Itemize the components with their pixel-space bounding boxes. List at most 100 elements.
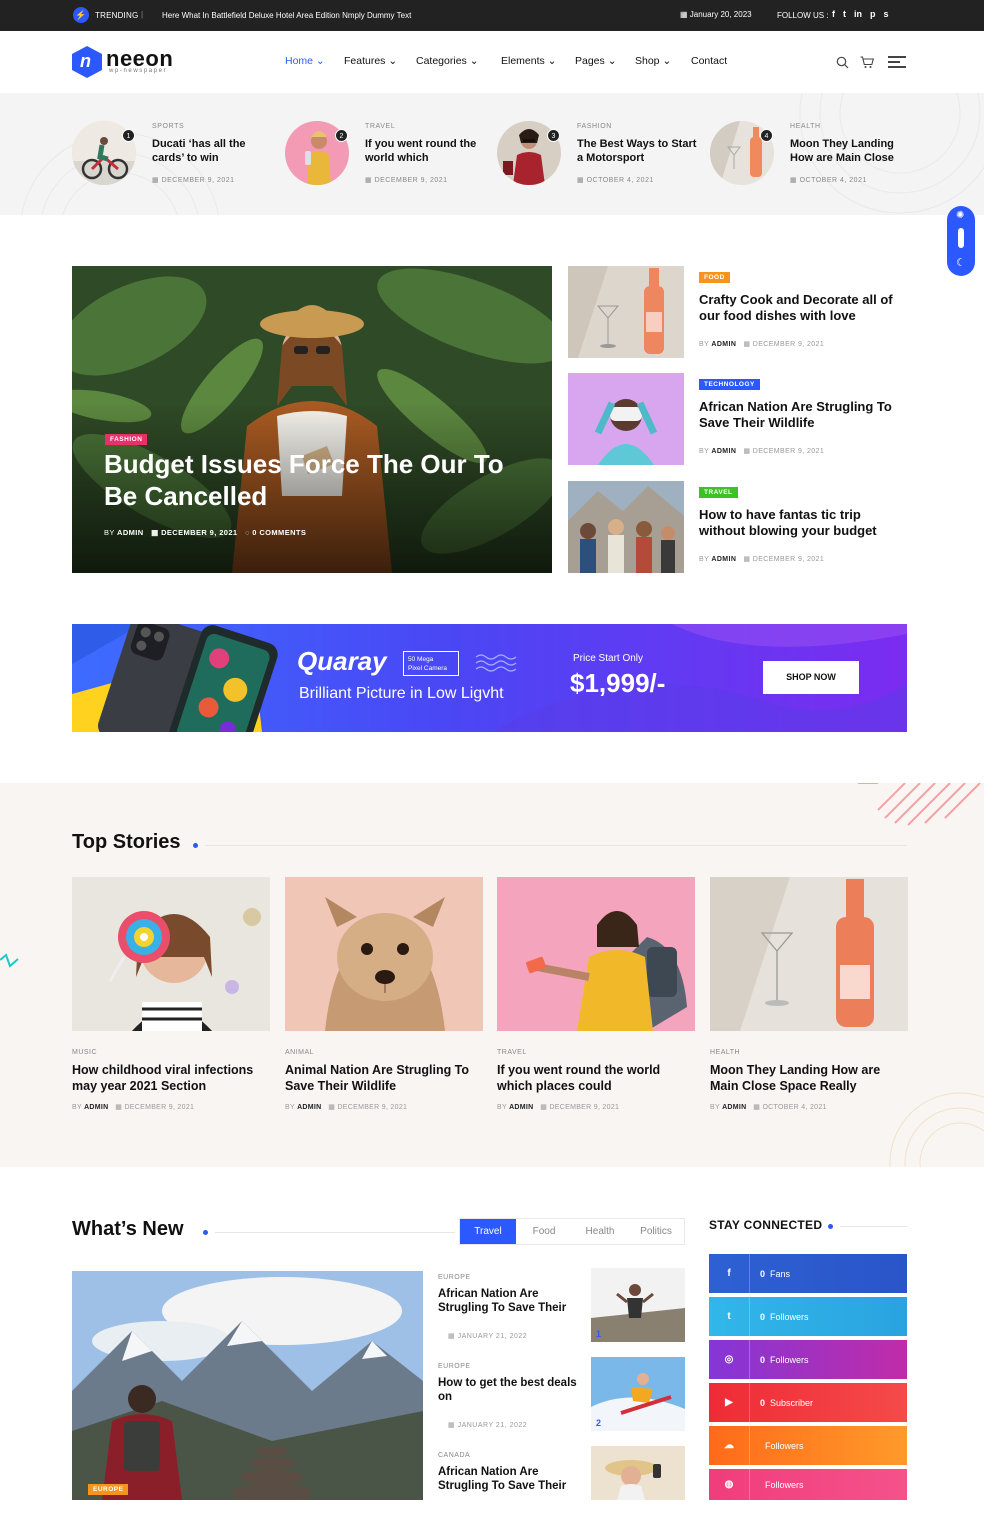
social-soundcloud[interactable]: ☁ Followers bbox=[709, 1426, 907, 1465]
trending-category[interactable]: HEALTH bbox=[790, 123, 821, 130]
social-twitter[interactable]: t 0 Followers bbox=[709, 1297, 907, 1336]
news-thumbnail[interactable] bbox=[591, 1357, 685, 1431]
search-icon[interactable] bbox=[836, 56, 849, 69]
social-label: Followers bbox=[770, 1354, 809, 1365]
twitter-icon[interactable]: t bbox=[843, 9, 846, 19]
side-post-category[interactable]: FOOD bbox=[699, 272, 730, 283]
story-card[interactable]: ANIMAL Animal Nation Are Strugling To Sa… bbox=[285, 877, 483, 1111]
trending-category[interactable]: FASHION bbox=[577, 123, 612, 130]
story-category[interactable]: MUSIC bbox=[72, 1049, 270, 1056]
story-title[interactable]: Moon They Landing How are Main Close Spa… bbox=[710, 1062, 908, 1094]
story-card[interactable]: TRAVEL If you went round the world which… bbox=[497, 877, 695, 1111]
side-post-title[interactable]: African Nation Are Strugling To Save The… bbox=[699, 399, 909, 431]
hero-image bbox=[72, 266, 552, 573]
nav-contact[interactable]: Contact bbox=[691, 55, 727, 67]
side-post-image[interactable] bbox=[568, 481, 684, 573]
hero-author[interactable]: ADMIN bbox=[117, 528, 144, 537]
cart-icon[interactable] bbox=[860, 56, 874, 69]
side-post[interactable]: FOOD Crafty Cook and Decorate all of our… bbox=[568, 266, 908, 358]
social-youtube[interactable]: ▶ 0 Subscriber bbox=[709, 1383, 907, 1422]
trending-title[interactable]: Ducati ‘has all the cards’ to win bbox=[152, 137, 272, 165]
pinterest-icon[interactable]: p bbox=[870, 9, 876, 19]
side-post-title[interactable]: Crafty Cook and Decorate all of our food… bbox=[699, 292, 909, 324]
hero-comments[interactable]: 0 COMMENTS bbox=[252, 528, 306, 537]
menu-icon[interactable] bbox=[888, 56, 906, 71]
news-date: ▦ JANUARY 21, 2022 bbox=[448, 1333, 528, 1340]
story-title[interactable]: Animal Nation Are Strugling To Save Thei… bbox=[285, 1062, 483, 1094]
tab-health[interactable]: Health bbox=[572, 1219, 628, 1244]
nav-categories[interactable]: Categories ⌄ bbox=[416, 55, 479, 67]
nav-features[interactable]: Features ⌄ bbox=[344, 55, 397, 67]
shop-now-button[interactable]: SHOP NOW bbox=[763, 661, 859, 694]
hero-post[interactable]: FASHION Budget Issues Force The Our To B… bbox=[72, 266, 552, 573]
story-category[interactable]: HEALTH bbox=[710, 1049, 908, 1056]
social-facebook[interactable]: f 0 Fans bbox=[709, 1254, 907, 1293]
story-category[interactable]: ANIMAL bbox=[285, 1049, 483, 1056]
story-image[interactable] bbox=[72, 877, 270, 1031]
side-post-title[interactable]: How to have fantas tic trip without blow… bbox=[699, 507, 909, 539]
news-title[interactable]: African Nation Are Strugling To Save The… bbox=[438, 1287, 578, 1315]
promo-banner[interactable]: Quaray 50 Mega Pixel Camera Brilliant Pic… bbox=[72, 624, 907, 732]
story-category[interactable]: TRAVEL bbox=[497, 1049, 695, 1056]
side-post-image[interactable] bbox=[568, 266, 684, 358]
story-image[interactable] bbox=[285, 877, 483, 1031]
news-list-item[interactable]: EUROPE How to get the best deals on ▦ JA… bbox=[438, 1357, 685, 1451]
trending-title[interactable]: Moon They Landing How are Main Close bbox=[790, 137, 910, 165]
side-post-image[interactable] bbox=[568, 373, 684, 465]
calendar-icon: ▦ bbox=[448, 1333, 458, 1340]
news-list-item[interactable]: EUROPE African Nation Are Strugling To S… bbox=[438, 1268, 685, 1362]
side-post[interactable]: TECHNOLOGY African Nation Are Strugling … bbox=[568, 373, 908, 465]
youtube-icon: ▶ bbox=[725, 1397, 733, 1408]
heading-divider bbox=[840, 1226, 907, 1227]
skype-icon[interactable]: s bbox=[884, 9, 889, 19]
side-post-category[interactable]: TECHNOLOGY bbox=[699, 379, 760, 390]
trending-title[interactable]: The Best Ways to Start a Motorsport bbox=[577, 137, 697, 165]
trending-card[interactable]: 2 TRAVEL If you went round the world whi… bbox=[285, 121, 485, 191]
news-title[interactable]: How to get the best deals on bbox=[438, 1376, 578, 1404]
calendar-icon: ▦ bbox=[680, 10, 690, 19]
trending-card[interactable]: 4 HEALTH Moon They Landing How are Main … bbox=[710, 121, 910, 191]
side-post-category[interactable]: TRAVEL bbox=[699, 487, 738, 498]
story-title[interactable]: How childhood viral infections may year … bbox=[72, 1062, 270, 1094]
news-title[interactable]: African Nation Are Strugling To Save The… bbox=[438, 1465, 578, 1493]
news-date: ▦ JANUARY 21, 2022 bbox=[448, 1422, 528, 1429]
trending-ticker-link[interactable]: Here What In Battlefield Deluxe Hotel Ar… bbox=[162, 11, 411, 20]
story-image[interactable] bbox=[710, 877, 908, 1031]
trending-card[interactable]: 3 FASHION The Best Ways to Start a Motor… bbox=[497, 121, 697, 191]
current-date: ▦ January 20, 2023 bbox=[680, 10, 752, 19]
facebook-icon[interactable]: f bbox=[832, 9, 835, 19]
brand-tagline: wp-newspaper bbox=[109, 68, 168, 74]
side-post[interactable]: TRAVEL How to have fantas tic trip witho… bbox=[568, 481, 908, 573]
social-dribbble[interactable]: ◍ Followers bbox=[709, 1469, 907, 1500]
news-thumbnail[interactable] bbox=[591, 1446, 685, 1500]
nav-pages[interactable]: Pages ⌄ bbox=[575, 55, 617, 67]
whats-new-featured[interactable]: EUROPE bbox=[72, 1271, 423, 1500]
nav-elements[interactable]: Elements ⌄ bbox=[501, 55, 556, 67]
trending-title[interactable]: If you went round the world which bbox=[365, 137, 485, 165]
hero-date: DECEMBER 9, 2021 bbox=[161, 528, 238, 537]
trending-category[interactable]: TRAVEL bbox=[365, 123, 395, 130]
tab-travel[interactable]: Travel bbox=[460, 1219, 516, 1244]
calendar-icon: ▦ bbox=[152, 177, 162, 184]
news-thumbnail[interactable] bbox=[591, 1268, 685, 1342]
dark-mode-toggle[interactable]: ✺ ☾ bbox=[947, 206, 975, 276]
tab-politics[interactable]: Politics bbox=[628, 1219, 684, 1244]
nav-home[interactable]: Home ⌄ bbox=[285, 55, 325, 67]
tab-food[interactable]: Food bbox=[516, 1219, 572, 1244]
hero-title[interactable]: Budget Issues Force The Our To Be Cancel… bbox=[104, 448, 524, 512]
social-instagram[interactable]: ◎ 0 Followers bbox=[709, 1340, 907, 1379]
featured-category[interactable]: EUROPE bbox=[88, 1478, 129, 1496]
story-meta: BY ADMIN ▦ DECEMBER 9, 2021 bbox=[285, 1104, 408, 1111]
news-list-item[interactable]: CANADA African Nation Are Strugling To S… bbox=[438, 1446, 685, 1540]
story-title[interactable]: If you went round the world which places… bbox=[497, 1062, 695, 1094]
nav-shop[interactable]: Shop ⌄ bbox=[635, 55, 671, 67]
story-card[interactable]: MUSIC How childhood viral infections may… bbox=[72, 877, 270, 1111]
trending-category[interactable]: SPORTS bbox=[152, 123, 184, 130]
trending-card[interactable]: 1 SPORTS Ducati ‘has all the cards’ to w… bbox=[72, 121, 272, 191]
banner-brand: Quaray bbox=[297, 646, 387, 676]
whats-new-heading: What’s New bbox=[72, 1218, 184, 1240]
linkedin-icon[interactable]: in bbox=[854, 9, 862, 19]
hero-category-badge[interactable]: FASHION bbox=[105, 428, 148, 446]
story-card[interactable]: HEALTH Moon They Landing How are Main Cl… bbox=[710, 877, 908, 1111]
story-image[interactable] bbox=[497, 877, 695, 1031]
